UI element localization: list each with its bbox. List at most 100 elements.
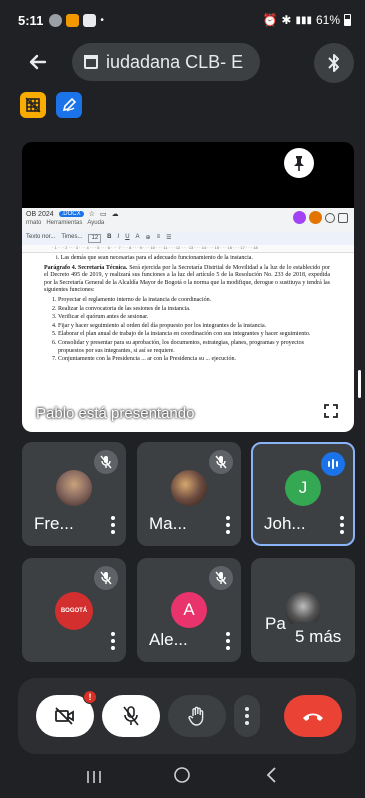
status-bar: 5:11 • ⏰ ✱ ▮▮▮ 61% — [0, 0, 365, 40]
pin-button[interactable] — [284, 148, 314, 178]
participant-tile[interactable]: A Ale... — [137, 558, 241, 662]
more-participants-tile[interactable]: Pa 5 más — [251, 558, 355, 662]
meeting-title-pill[interactable]: iudadana CLB- E — [72, 43, 260, 81]
back-button[interactable] — [22, 46, 54, 78]
dot-icon: • — [100, 14, 104, 26]
doc-paragraph-title: Parágrafo 4. Secretaría Técnica. — [44, 264, 128, 271]
participant-menu-button[interactable] — [110, 516, 116, 534]
participant-tile[interactable]: BOGOTÁ — [22, 558, 126, 662]
collaborator-avatar — [309, 211, 322, 224]
doc-list-item: Realizar la convocatoria de las sesiones… — [58, 306, 330, 314]
more-options-button[interactable] — [234, 695, 260, 737]
home-icon — [174, 767, 191, 783]
system-nav-bar — [0, 758, 365, 798]
doc-tab-name: OB 2024 — [26, 210, 54, 218]
speaking-indicator — [321, 452, 345, 476]
no-captions-badge[interactable] — [20, 92, 46, 118]
signal-icon: ▮▮▮ — [295, 14, 312, 26]
status-right: ⏰ ✱ ▮▮▮ 61% — [262, 13, 351, 27]
meeting-title: iudadana CLB- E — [106, 51, 244, 72]
home-button[interactable] — [162, 766, 202, 790]
pin-icon — [294, 156, 304, 171]
doc-menu-item: Herramientas — [46, 220, 83, 226]
camera-alert-badge: ! — [83, 690, 97, 704]
doc-paragraph: Parágrafo 4. Secretaría Técnica. Será ej… — [44, 265, 330, 295]
participant-menu-button[interactable] — [339, 516, 345, 534]
participant-photo — [171, 470, 207, 506]
participant-name: Ale... — [149, 630, 188, 649]
mic-toggle-button[interactable] — [102, 695, 160, 737]
star-icon: ☆ — [88, 211, 95, 218]
recents-icon — [87, 770, 101, 783]
doc-body: i. Las demás que sean necesarias para el… — [22, 253, 354, 364]
alarm-icon: ⏰ — [262, 13, 278, 27]
doc-collaborators — [293, 211, 348, 224]
hang-up-icon — [303, 713, 323, 721]
back-nav-button[interactable] — [251, 766, 291, 790]
bold-icon: B — [107, 234, 112, 240]
mic-off-icon — [215, 571, 227, 585]
participant-tile-speaking[interactable]: J Joh... — [251, 442, 355, 546]
mic-off-icon — [100, 455, 112, 469]
doc-menubar: OB 2024 .DOCX ☆ ▭ ☁ rmato Herramientas A… — [22, 208, 354, 232]
annotate-badge[interactable] — [56, 92, 82, 118]
participant-name: Fre... — [34, 514, 74, 533]
camera-off-icon — [55, 707, 74, 725]
link-icon: ⊕ — [145, 235, 151, 241]
battery-icon — [344, 14, 351, 26]
end-call-button[interactable] — [284, 695, 342, 737]
camera-toggle-button[interactable]: ! — [36, 690, 97, 737]
doc-ruler: · 1 · · · 2 · · · 3 · · · 4 · · · 5 · · … — [22, 245, 354, 253]
doc-list: Proyectar el reglamento interno de la in… — [44, 297, 330, 364]
font-select: Times... — [61, 234, 83, 240]
align-icon: ≡ — [156, 234, 161, 240]
participant-tile[interactable]: Ma... — [137, 442, 241, 546]
cloud-icon: ☁ — [111, 211, 119, 218]
doc-menu-item: rmato — [26, 220, 42, 226]
meeting-header: iudadana CLB- E — [0, 40, 365, 84]
doc-list-item: Elaborar el plan anual de trabajo de la … — [58, 331, 330, 339]
image-notification-icon — [83, 13, 97, 27]
text-color-icon: A — [135, 234, 140, 240]
comment-icon — [338, 212, 348, 223]
status-notification-icons: • — [49, 13, 104, 27]
participant-menu-button[interactable] — [110, 632, 116, 650]
mic-off-icon — [100, 571, 112, 585]
fullscreen-icon — [324, 404, 338, 418]
doc-file-badge: .DOCX — [58, 211, 84, 217]
mic-off-indicator — [94, 566, 118, 590]
settings-notification-icon — [49, 13, 63, 27]
fullscreen-button[interactable] — [316, 396, 346, 426]
participant-avatar: A — [171, 592, 207, 628]
participant-menu-button[interactable] — [225, 632, 231, 650]
presentation-panel[interactable]: OB 2024 .DOCX ☆ ▭ ☁ rmato Herramientas A… — [22, 142, 354, 432]
audio-output-button[interactable] — [314, 43, 354, 83]
chevron-left-icon — [266, 767, 276, 783]
doc-menu-item: Ayuda — [87, 220, 105, 226]
effects-badges — [20, 92, 82, 118]
underline-icon: U — [125, 234, 130, 240]
recent-apps-button[interactable] — [74, 767, 114, 790]
participant-name: Pa — [265, 614, 286, 633]
mic-off-icon — [215, 455, 227, 469]
style-select: Texto nor... — [26, 234, 56, 240]
bluetooth-status-icon: ✱ — [281, 13, 292, 27]
list-icon: ☰ — [166, 235, 172, 241]
more-vert-icon — [245, 707, 249, 725]
italic-icon: I — [117, 234, 120, 240]
bogota-logo-avatar: BOGOTÁ — [55, 592, 93, 630]
hand-icon — [188, 706, 204, 726]
participant-menu-button[interactable] — [225, 516, 231, 534]
participant-tile[interactable]: Fre... — [22, 442, 126, 546]
scroll-indicator[interactable] — [358, 370, 361, 398]
participant-name: Ma... — [149, 514, 187, 533]
more-participants-count: 5 más — [285, 622, 352, 652]
font-size: 12 — [88, 234, 102, 243]
mic-off-indicator — [209, 566, 233, 590]
raise-hand-button[interactable] — [168, 695, 226, 737]
status-time: 5:11 — [18, 12, 44, 28]
app-notification-icon — [66, 13, 80, 27]
participant-photo — [56, 470, 92, 506]
doc-list-item: Proyectar el reglamento interno de la in… — [58, 297, 330, 305]
participant-name: Joh... — [264, 514, 306, 533]
